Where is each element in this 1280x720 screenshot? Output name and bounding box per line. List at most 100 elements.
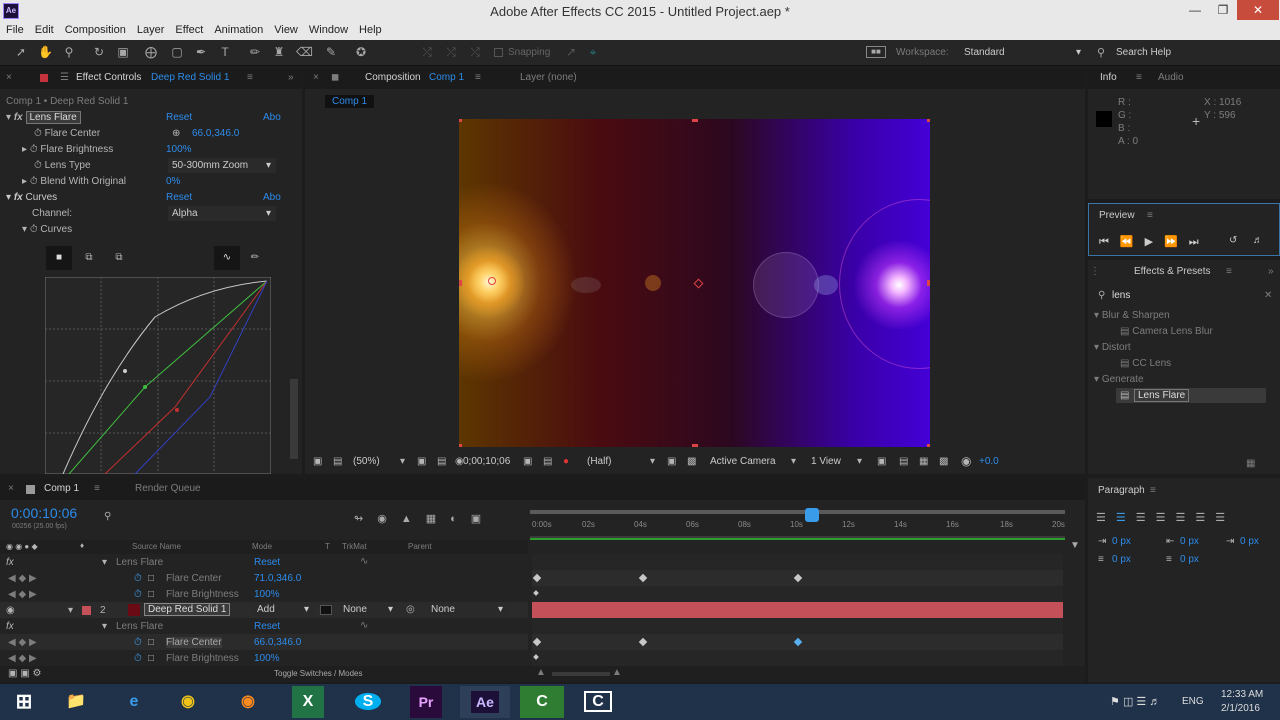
stopwatch-icon[interactable]: ⏱ — [30, 176, 38, 187]
effect-controls-scrollbar[interactable] — [290, 379, 298, 459]
region-of-interest-icon[interactable]: ▣ — [667, 456, 676, 467]
stopwatch-icon[interactable]: ⏱ — [134, 573, 142, 584]
workspace-dropdown[interactable]: Standard ▾ — [964, 47, 1084, 58]
trkmat-column[interactable]: TrkMat — [342, 542, 367, 551]
work-area-bar[interactable] — [530, 510, 1065, 514]
flag-icon[interactable]: ⚑ — [1110, 696, 1120, 708]
menu-animation[interactable]: Animation — [208, 22, 268, 36]
channel-icon[interactable]: ● — [563, 456, 569, 467]
parent-dropdown[interactable]: None ▾ — [428, 603, 508, 616]
curve-size-large-icon[interactable]: ⧉ — [108, 246, 130, 270]
property-value[interactable]: Reset — [254, 621, 280, 632]
panel-options-icon[interactable]: ◼ — [331, 72, 339, 83]
show-snapshot-icon[interactable]: ▤ — [543, 456, 552, 467]
layer-duration-bar[interactable] — [532, 602, 1063, 618]
draft-3d-icon[interactable]: ◉ — [377, 513, 401, 525]
effects-group-distort[interactable]: ▾ Distort — [1094, 342, 1131, 353]
disclosure-triangle-icon[interactable]: ▸ — [22, 144, 27, 155]
mode-column[interactable]: Mode — [252, 542, 272, 551]
view-axis-icon[interactable]: ⤮ — [468, 45, 482, 59]
zoom-out-icon[interactable]: ▲ — [536, 667, 546, 678]
property-value[interactable]: Reset — [254, 557, 280, 568]
tab-menu-icon[interactable]: ≡ — [1226, 266, 1232, 277]
composition-comp-name[interactable]: Comp 1 — [429, 72, 464, 83]
audio-icon[interactable]: ♬ — [1253, 235, 1263, 246]
region-icon[interactable]: ▤ — [333, 456, 342, 467]
layer-switches-toggle-icon[interactable]: ▣ ▣ ⚙ — [8, 668, 41, 679]
effect-curves-row[interactable]: ▾ fx Curves — [6, 192, 57, 203]
graph-editor-icon[interactable]: ▣ — [471, 513, 495, 525]
fx-icon[interactable]: fx — [6, 557, 14, 568]
camera-view-value[interactable]: Active Camera — [710, 456, 776, 467]
snap-features-icon[interactable]: ⌖ — [586, 45, 600, 59]
clock-date[interactable]: 2/1/2016 — [1221, 703, 1260, 714]
effects-group-blur[interactable]: ▾ Blur & Sharpen — [1094, 310, 1170, 321]
minimize-button[interactable]: — — [1181, 0, 1209, 20]
t-column[interactable]: T — [325, 542, 330, 551]
type-tool-icon[interactable]: T — [218, 45, 232, 59]
view-layout-value[interactable]: 1 View — [811, 456, 841, 467]
fx-icon[interactable]: fx — [14, 112, 23, 123]
hand-tool-icon[interactable]: ✋ — [38, 45, 53, 59]
effect-name-lens-flare[interactable]: Lens Flare — [25, 111, 81, 124]
layer-name[interactable]: Deep Red Solid 1 — [144, 603, 231, 616]
file-explorer-icon[interactable]: 📁 — [54, 686, 98, 718]
chevron-down-icon[interactable]: ▾ — [791, 456, 796, 467]
lens-flare-reset-button[interactable]: Reset — [166, 112, 192, 123]
layer-row[interactable]: ◉ ▾ 2 Deep Red Solid 1 Add ▾ None ▾ ◎ None… — [0, 602, 528, 618]
curve-size-small-icon[interactable]: ■ — [46, 246, 72, 270]
disclosure-triangle-icon[interactable]: ▾ — [102, 557, 107, 568]
property-value[interactable]: 100% — [254, 589, 280, 600]
firefox-icon[interactable]: ◉ — [226, 686, 270, 718]
curve-size-medium-icon[interactable]: ⧉ — [78, 246, 100, 270]
property-value[interactable]: 100% — [254, 653, 280, 664]
after-effects-taskbar-icon[interactable]: Ae — [460, 686, 510, 718]
layer-handle[interactable] — [927, 280, 930, 286]
always-preview-icon[interactable]: ▣ — [313, 456, 322, 467]
next-frame-icon[interactable]: ⏩ — [1164, 236, 1189, 248]
layer-handle[interactable] — [459, 280, 462, 286]
property-value[interactable]: 71.0,346.0 — [254, 573, 301, 584]
property-row[interactable]: fx ▾ Lens Flare Reset ∿ — [0, 554, 528, 570]
snapping-checkbox[interactable] — [494, 48, 503, 57]
graph-icon[interactable]: □ — [148, 589, 154, 600]
info-tab[interactable]: Info — [1100, 72, 1117, 83]
snapshot-icon[interactable]: ▣ — [523, 456, 532, 467]
world-axis-icon[interactable]: ⤮ — [444, 45, 458, 59]
tab-menu-icon[interactable]: ≡ — [1147, 210, 1153, 221]
frame-blending-icon[interactable]: ▦ — [426, 513, 450, 525]
layer-handle[interactable] — [692, 119, 698, 122]
blend-mode-dropdown[interactable]: Add ▾ — [254, 603, 314, 616]
graph-icon[interactable]: □ — [148, 637, 154, 648]
search-icon[interactable]: ⚲ — [104, 511, 111, 522]
stopwatch-icon[interactable]: ⏱ — [30, 224, 38, 235]
pick-whip-icon[interactable]: ◎ — [406, 604, 415, 615]
graph-icon[interactable]: □ — [148, 653, 154, 664]
pan-behind-tool-icon[interactable]: ⨁ — [144, 45, 158, 59]
tab-menu-icon[interactable]: ≡ — [475, 72, 481, 83]
layer-handle[interactable] — [459, 119, 462, 122]
fx-icon[interactable]: fx — [14, 192, 23, 203]
toggle-switches-modes-button[interactable]: Toggle Switches / Modes — [274, 669, 363, 678]
flowchart-icon[interactable]: ▩ — [939, 456, 948, 467]
windows-start-icon[interactable]: ⊞ — [2, 686, 46, 718]
maximize-button[interactable]: ❐ — [1209, 0, 1237, 20]
layer-handle[interactable] — [692, 444, 698, 447]
composition-viewer[interactable] — [459, 119, 930, 447]
space-after-value[interactable]: 0 px — [1180, 554, 1199, 565]
layer-label-color[interactable] — [82, 606, 91, 615]
menu-file[interactable]: File — [0, 22, 29, 36]
menu-layer[interactable]: Layer — [131, 22, 170, 36]
video-visibility-icon[interactable]: ◉ — [6, 605, 15, 616]
stopwatch-icon[interactable]: ⏱ — [30, 144, 38, 155]
stopwatch-icon[interactable]: ⏱ — [34, 160, 42, 171]
chevron-down-icon[interactable]: ▾ — [857, 456, 862, 467]
anchor-point-handle[interactable] — [693, 278, 704, 289]
resolution-value[interactable]: (Half) — [587, 456, 611, 467]
fast-previews-icon[interactable]: ▤ — [899, 456, 908, 467]
graph-icon[interactable]: □ — [148, 573, 154, 584]
effect-controls-layer-name[interactable]: Deep Red Solid 1 — [151, 72, 229, 83]
timeline-timecode[interactable]: 0:00:10:06 — [11, 505, 77, 521]
layer-handle[interactable] — [927, 119, 930, 122]
lens-flare-about-link[interactable]: Abo — [263, 112, 281, 123]
